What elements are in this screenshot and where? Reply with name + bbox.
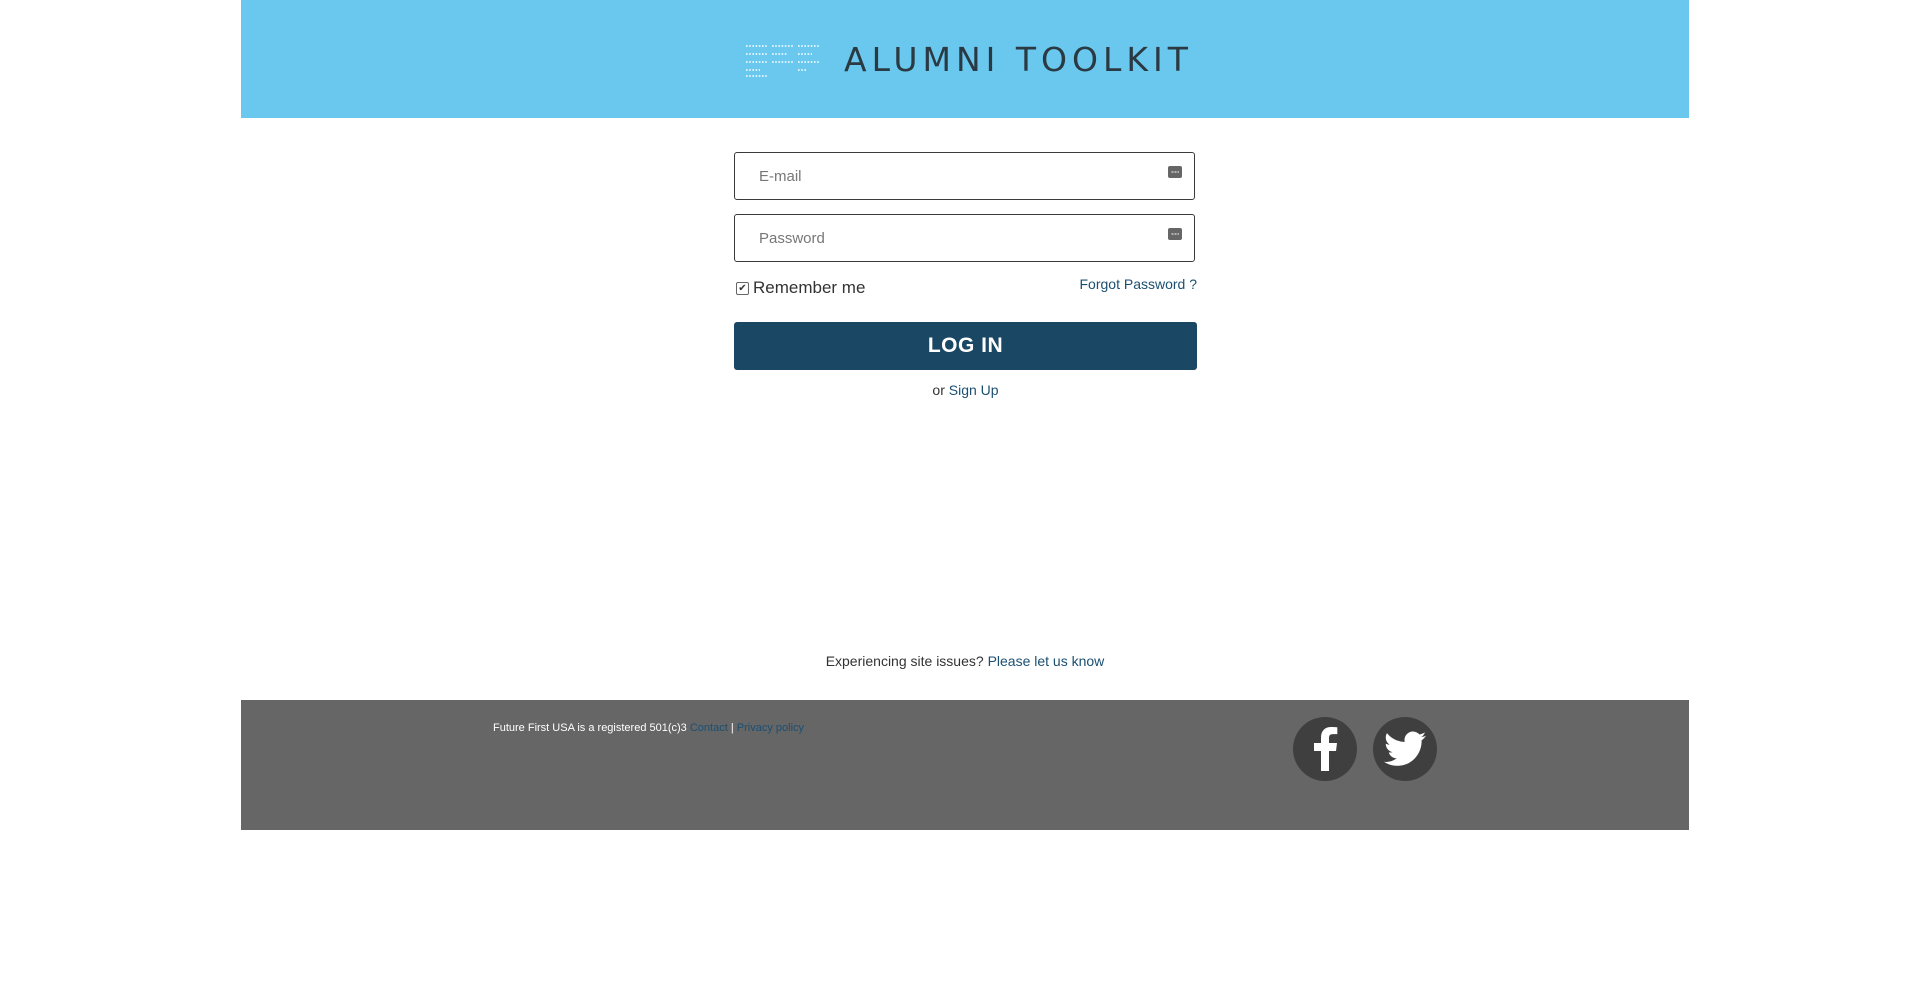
twitter-icon — [1384, 731, 1426, 766]
contact-link[interactable]: Contact — [690, 722, 728, 734]
footer-info: Future First USA is a registered 501(c)3… — [493, 722, 804, 734]
twitter-button[interactable] — [1373, 717, 1437, 781]
footer-registration-text: Future First USA is a registered 501(c)3 — [493, 722, 687, 734]
autofill-key-icon[interactable] — [1168, 166, 1182, 178]
site-logo[interactable]: ALUMNI TOOLKIT — [744, 42, 1193, 78]
forgot-password-link[interactable]: Forgot Password ? — [1080, 276, 1198, 292]
site-footer: Future First USA is a registered 501(c)3… — [241, 700, 1689, 830]
remember-me-checkbox[interactable]: ✔ — [736, 281, 749, 295]
remember-forgot-row: ✔ Remember me Forgot Password ? — [734, 276, 1197, 302]
facebook-icon — [1314, 727, 1338, 771]
signup-link[interactable]: Sign Up — [949, 382, 999, 398]
site-issues-text: Experiencing site issues? — [825, 653, 984, 669]
signup-prefix: or — [932, 382, 945, 398]
password-field-wrapper — [734, 214, 1195, 262]
login-form: ✔ Remember me Forgot Password ? LOG IN o… — [734, 152, 1197, 398]
report-issue-link[interactable]: Please let us know — [988, 653, 1105, 669]
facebook-button[interactable] — [1293, 717, 1357, 781]
remember-me-label: Remember me — [753, 278, 866, 297]
remember-me-toggle[interactable]: ✔ Remember me — [736, 278, 865, 298]
signup-row: or Sign Up — [734, 382, 1197, 398]
autofill-key-icon[interactable] — [1168, 228, 1182, 240]
site-header: ALUMNI TOOLKIT — [241, 0, 1689, 118]
future-first-logo-icon — [746, 45, 820, 77]
login-button[interactable]: LOG IN — [734, 322, 1197, 370]
site-issues-notice: Experiencing site issues? Please let us … — [241, 653, 1689, 669]
privacy-policy-link[interactable]: Privacy policy — [737, 722, 804, 734]
email-input[interactable] — [734, 152, 1195, 200]
site-title: ALUMNI TOOLKIT — [844, 40, 1193, 79]
password-input[interactable] — [734, 214, 1195, 262]
email-field-wrapper — [734, 152, 1195, 200]
page-container: ALUMNI TOOLKIT ✔ Remember me Forgot Pass… — [241, 0, 1689, 830]
footer-separator: | — [730, 722, 734, 734]
